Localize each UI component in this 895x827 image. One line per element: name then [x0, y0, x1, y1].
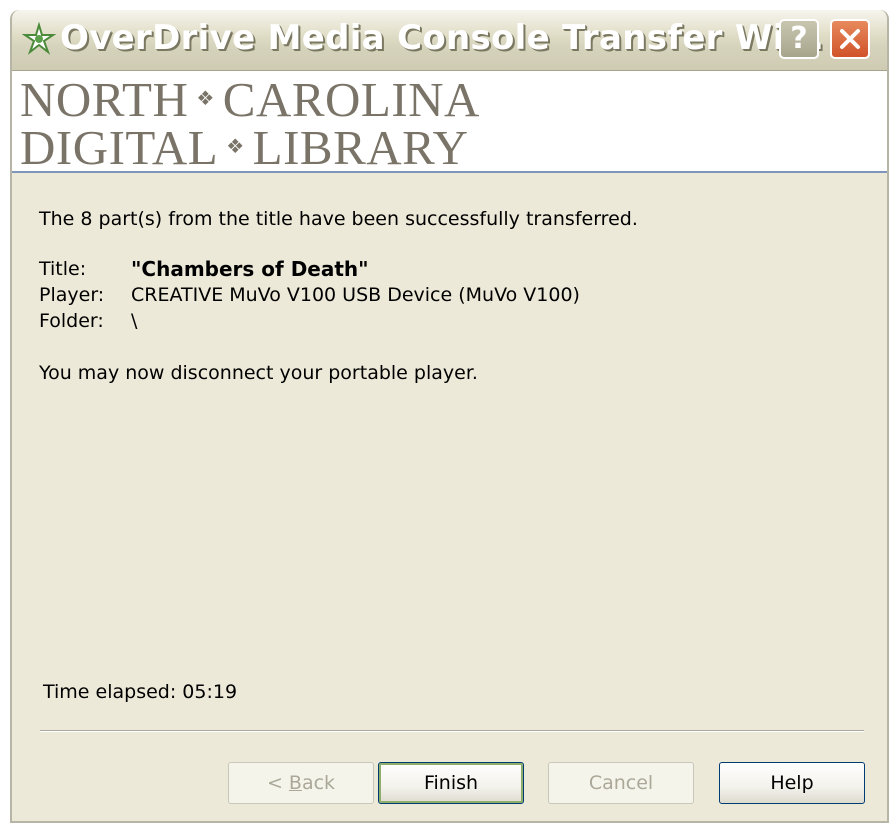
banner-line-2: DIGITAL ❖ LIBRARY — [20, 123, 469, 172]
close-icon — [840, 29, 860, 49]
library-banner: NORTH ❖ CAROLINA DIGITAL ❖ LIBRARY — [12, 71, 887, 173]
banner-word-north: NORTH — [20, 72, 189, 127]
help-label: Help — [770, 772, 814, 794]
close-button[interactable] — [830, 19, 870, 59]
diamond-icon: ❖ — [196, 87, 215, 110]
banner-line-1: NORTH ❖ CAROLINA — [20, 75, 480, 124]
finish-button[interactable]: Finish — [378, 762, 524, 804]
banner-word-digital: DIGITAL — [20, 120, 219, 175]
title-label: Title: — [39, 258, 87, 280]
time-elapsed: Time elapsed: 05:19 — [43, 681, 238, 703]
cancel-button[interactable]: Cancel — [548, 762, 694, 804]
folder-value: \ — [131, 310, 138, 332]
wizard-content: The 8 part(s) from the title have been s… — [12, 173, 887, 821]
back-button[interactable]: < Back — [228, 762, 374, 804]
player-label: Player: — [39, 284, 105, 306]
disconnect-message: You may now disconnect your portable pla… — [39, 362, 478, 384]
status-message: The 8 part(s) from the title have been s… — [39, 208, 638, 230]
title-value: "Chambers of Death" — [131, 257, 369, 281]
transfer-wizard-window: OverDrive Media Console Transfer Wi... ?… — [10, 10, 889, 823]
back-label-rest: ack — [301, 772, 336, 794]
banner-word-carolina: CAROLINA — [222, 72, 480, 127]
diamond-icon: ❖ — [226, 135, 245, 158]
back-prefix: < — [266, 772, 289, 794]
back-accelerator: B — [288, 772, 302, 794]
finish-label: Finish — [423, 772, 479, 794]
button-divider — [40, 730, 864, 732]
help-button[interactable]: Help — [719, 762, 865, 804]
folder-label: Folder: — [39, 310, 104, 332]
banner-word-library: LIBRARY — [252, 120, 469, 175]
cancel-label: Cancel — [588, 772, 654, 794]
title-bar[interactable]: OverDrive Media Console Transfer Wi... ? — [12, 10, 887, 71]
question-icon: ? — [790, 21, 808, 56]
player-value: CREATIVE MuVo V100 USB Device (MuVo V100… — [131, 284, 580, 306]
app-icon — [22, 22, 56, 55]
title-help-button[interactable]: ? — [779, 19, 819, 59]
window-title: OverDrive Media Console Transfer Wi... — [60, 18, 825, 58]
